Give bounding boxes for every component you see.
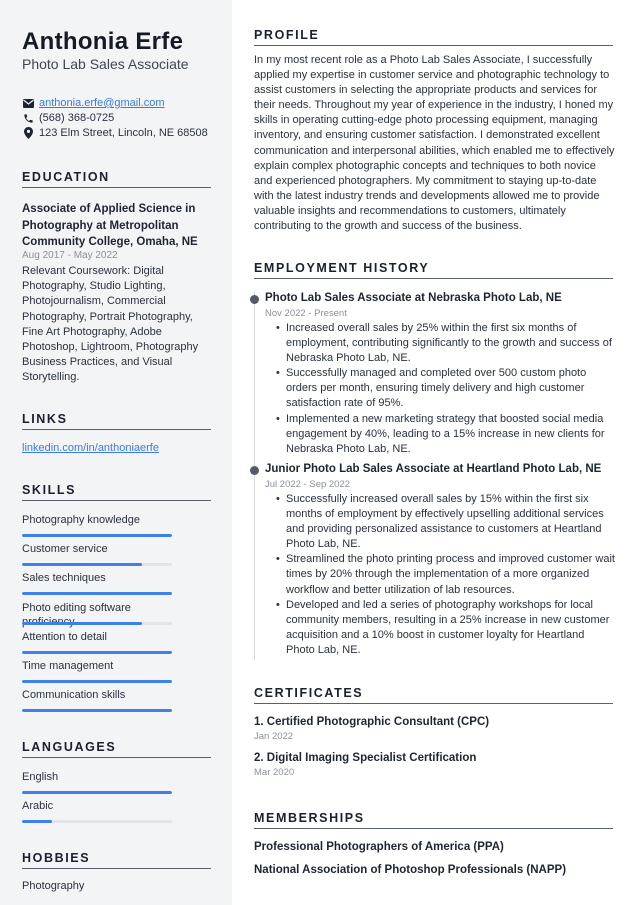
skills-heading: SKILLS: [22, 483, 211, 501]
certificate-title: 2. Digital Imaging Specialist Certificat…: [254, 752, 477, 764]
job-bullet: Successfully increased overall sales by …: [276, 492, 616, 552]
phone-text: (568) 368-0725: [39, 112, 115, 124]
job-title: Junior Photo Lab Sales Associate at Hear…: [265, 463, 602, 475]
job-bullets: Successfully increased overall sales by …: [276, 492, 616, 658]
skill-level-bar: [22, 592, 172, 596]
address-text: 123 Elm Street, Lincoln, NE 68508: [39, 127, 208, 139]
membership-item: Professional Photographers of America (P…: [254, 841, 504, 853]
language-label: English: [22, 771, 59, 783]
skill-level-bar: [22, 709, 172, 713]
skill-label: Photography knowledge: [22, 514, 141, 526]
language-label: Arabic: [22, 800, 54, 813]
skill-item: Photo editing software proficiency: [22, 601, 172, 628]
skill-level-bar: [22, 680, 172, 683]
job-title: Photo Lab Sales Associate at Nebraska Ph…: [265, 292, 562, 304]
skill-item: Attention to detail: [22, 630, 172, 654]
timeline-dot: [250, 466, 259, 475]
skill-label: Time management: [22, 660, 114, 672]
language-level-bar: [22, 820, 172, 824]
linkedin-link[interactable]: linkedin.com/in/anthoniaerfe: [22, 442, 159, 454]
skill-level-fill: [22, 650, 172, 654]
job-bullet: Increased overall sales by 25% within th…: [276, 321, 616, 366]
profile-text: In my most recent role as a Photo Lab Sa…: [254, 54, 615, 233]
language-level-fill: [22, 791, 172, 794]
sidebar: Anthonia Erfe Photo Lab Sales Associate …: [0, 0, 232, 905]
education-heading: EDUCATION: [22, 170, 211, 188]
certificate-item: 2. Digital Imaging Specialist Certificat…: [254, 752, 476, 778]
skill-item: Sales techniques: [22, 571, 172, 596]
skill-level-bar: [22, 534, 172, 537]
certificates-heading: CERTIFICATES: [254, 686, 613, 704]
hobbies-heading: HOBBIES: [22, 851, 211, 869]
job-date: Jul 2022 - Sep 2022: [265, 479, 351, 490]
certificate-item: 1. Certified Photographic Consultant (CP…: [254, 716, 489, 742]
hobby-item: Photography: [22, 880, 85, 892]
main-content: PROFILE In my most recent role as a Phot…: [232, 0, 640, 905]
skill-level-fill: [22, 680, 172, 683]
job-bullet: Developed and led a series of photograph…: [276, 598, 616, 658]
membership-item: National Association of Photoshop Profes…: [254, 864, 567, 876]
job-bullets: Increased overall sales by 25% within th…: [276, 321, 616, 457]
map-pin-icon: [22, 127, 34, 139]
certificate-date: Mar 2020: [254, 767, 295, 778]
skill-item: Communication skills: [22, 688, 172, 713]
envelope-icon: [22, 97, 34, 109]
skill-item: Customer service: [22, 542, 172, 567]
skill-level-fill: [22, 563, 142, 567]
skill-label: Sales techniques: [22, 572, 106, 585]
job-entry: Photo Lab Sales Associate at Nebraska Ph…: [250, 291, 616, 457]
email-link[interactable]: anthonia.erfe@gmail.com: [39, 97, 165, 109]
job-bullet: Implemented a new marketing strategy tha…: [276, 412, 616, 457]
skill-label: Attention to detail: [22, 630, 108, 643]
skill-level-bar: [22, 563, 172, 567]
language-item: English: [22, 770, 172, 794]
education-date: Aug 2017 - May 2022: [22, 250, 118, 261]
profile-heading: PROFILE: [254, 28, 613, 46]
language-level-fill: [22, 820, 52, 824]
certificate-date: Jan 2022: [254, 731, 294, 742]
languages-heading: LANGUAGES: [22, 740, 211, 758]
skill-level-fill: [22, 592, 172, 596]
skill-label: Photo editing software proficiency: [22, 601, 131, 628]
contact-email: anthonia.erfe@gmail.com: [22, 97, 165, 109]
skill-level-bar: [22, 621, 172, 625]
candidate-title: Photo Lab Sales Associate: [22, 56, 189, 72]
skill-level-fill: [22, 534, 172, 537]
timeline-dot: [250, 295, 259, 304]
education-description: Relevant Coursework: Digital Photography…: [22, 265, 199, 384]
phone-icon: [22, 112, 34, 124]
skill-level-bar: [22, 650, 172, 654]
job-entry: Junior Photo Lab Sales Associate at Hear…: [250, 462, 616, 658]
employment-heading: EMPLOYMENT HISTORY: [254, 261, 613, 279]
job-bullet: Successfully managed and completed over …: [276, 366, 616, 411]
job-date: Nov 2022 - Present: [265, 308, 347, 319]
skill-item: Photography knowledge: [22, 513, 172, 537]
memberships-heading: MEMBERSHIPS: [254, 811, 613, 829]
contact-phone: (568) 368-0725: [22, 112, 114, 124]
skill-item: Time management: [22, 659, 172, 683]
skill-level-fill: [22, 709, 172, 713]
candidate-name: Anthonia Erfe: [22, 28, 184, 55]
job-bullet: Streamlined the photo printing process a…: [276, 552, 616, 597]
certificate-title: 1. Certified Photographic Consultant (CP…: [254, 716, 490, 728]
education-title: Associate of Applied Science in Photogra…: [22, 203, 198, 248]
skill-level-fill: [22, 621, 142, 625]
language-item: Arabic: [22, 799, 172, 824]
contact-address: 123 Elm Street, Lincoln, NE 68508: [22, 127, 208, 139]
links-heading: LINKS: [22, 412, 211, 430]
skill-label: Communication skills: [22, 689, 126, 702]
skill-label: Customer service: [22, 543, 108, 556]
language-level-bar: [22, 791, 172, 794]
